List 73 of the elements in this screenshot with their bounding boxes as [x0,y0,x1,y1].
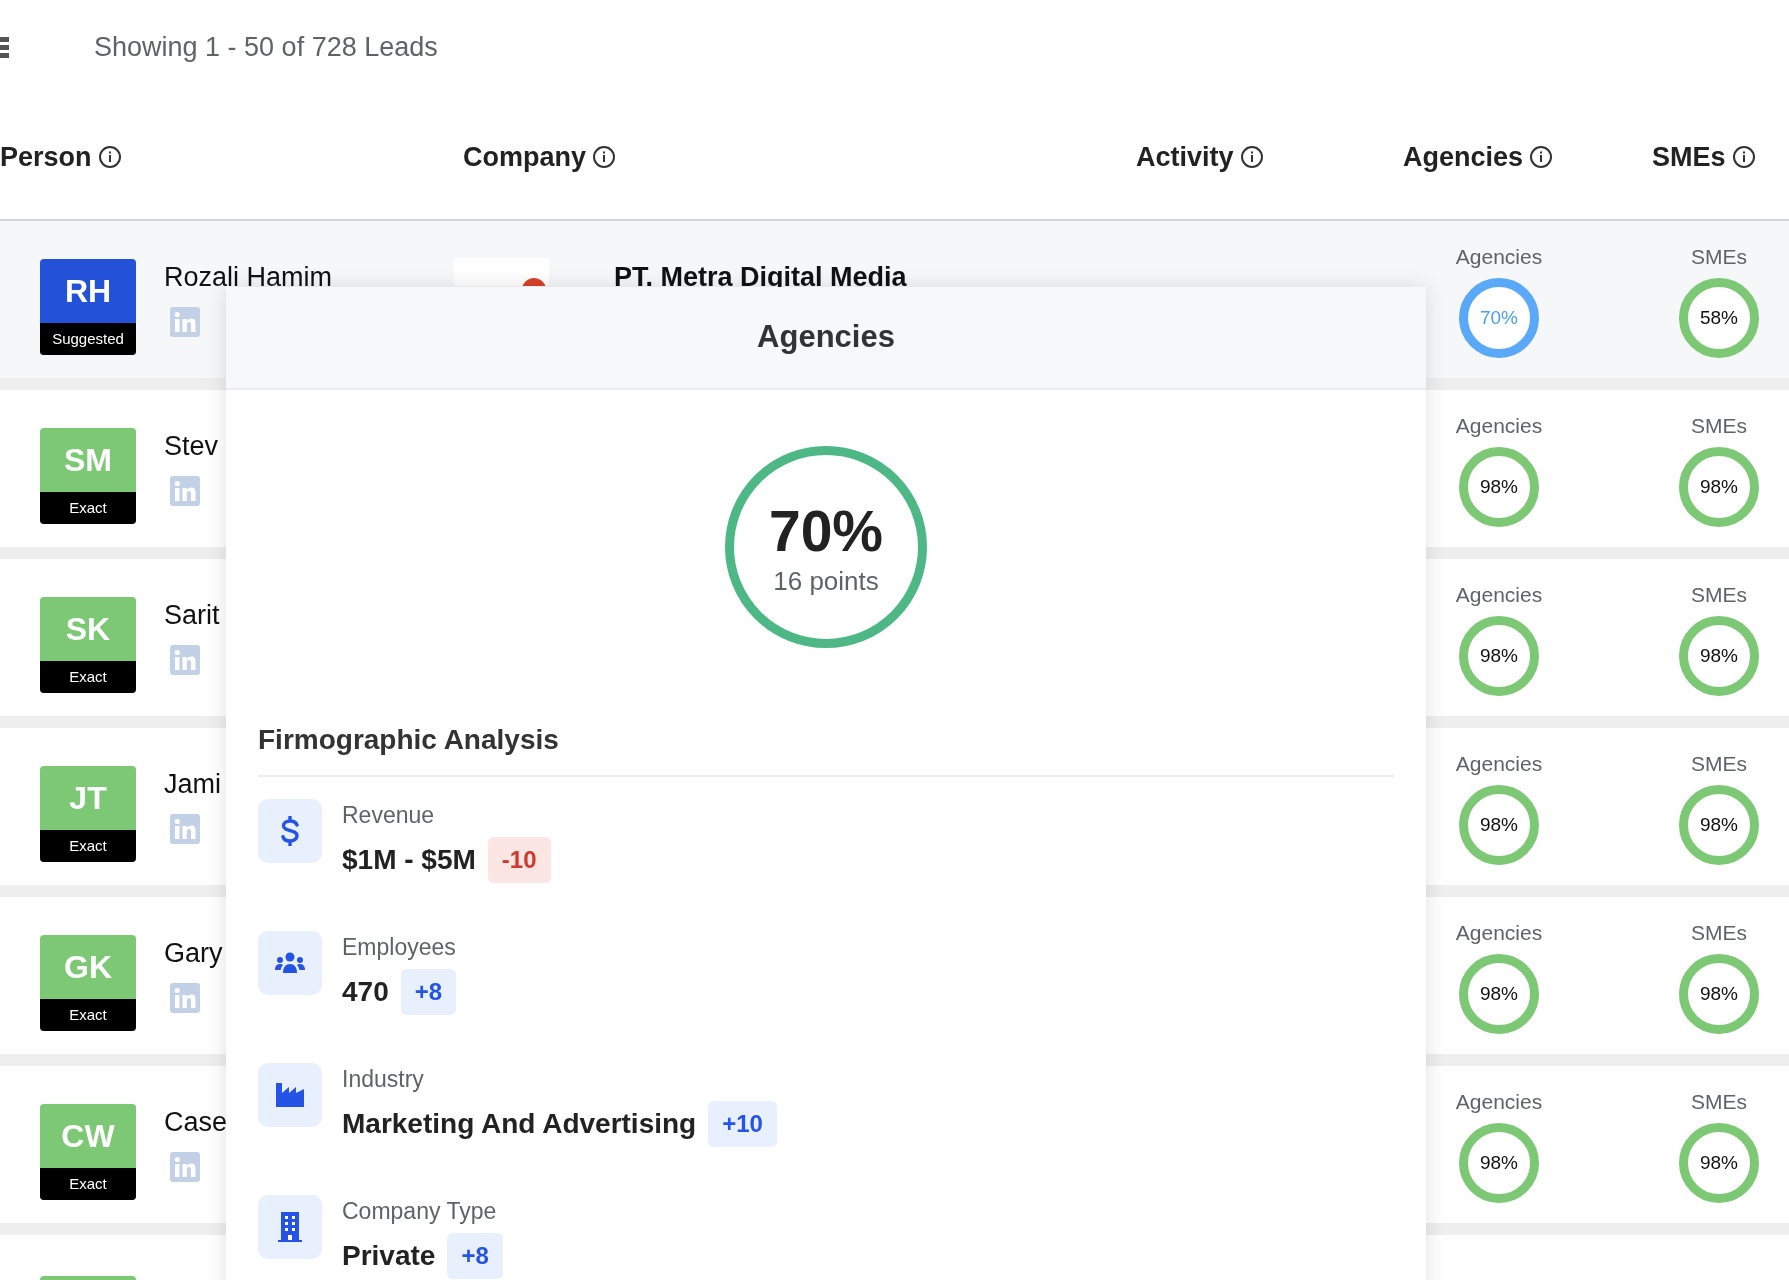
match-label: Suggested [40,323,136,355]
section-title: Firmographic Analysis [258,719,1394,777]
avatar-initials: GK [63,948,113,987]
match-label: Exact [40,661,136,693]
score-ring[interactable]: 98% [1459,616,1539,697]
info-icon [1529,145,1554,169]
info-icon [1239,145,1264,169]
linkedin-icon[interactable] [170,645,200,675]
score-label: Agencies [1455,243,1543,270]
menu-icon[interactable] [0,36,9,59]
linkedin-icon[interactable] [170,814,200,844]
score-label: Agencies [1455,919,1543,946]
match-label: Exact [40,830,136,862]
people-icon [258,931,322,995]
field-value: $1M - $5M [342,843,476,877]
avatar-initials: JT [68,779,108,818]
score-label: SMEs [1691,581,1747,608]
field-label: Industry [342,1065,425,1094]
score-label: SMEs [1691,750,1747,777]
score-ring[interactable]: 98% [1679,785,1759,866]
field-label: Revenue [342,801,436,830]
column-header[interactable]: Agencies [1403,136,1524,178]
match-label: Exact [40,999,136,1031]
score-delta: +10 [708,1101,777,1147]
column-header[interactable]: SMEs [1652,136,1726,178]
field-value: 470 [342,975,389,1009]
score-label: Agencies [1455,581,1543,608]
info-icon [1731,145,1756,169]
field-value: Marketing And Advertising [342,1107,697,1141]
score-delta: +8 [447,1233,503,1279]
score-label: Agencies [1455,750,1543,777]
column-header[interactable]: Company [463,136,587,178]
score-ring[interactable]: 98% [1459,1123,1539,1204]
info-icon [592,145,617,169]
avatar-initials: SK [64,610,112,649]
score-delta: +8 [400,969,457,1015]
field-label: Employees [342,933,457,962]
info-icon [97,145,122,169]
score-ring[interactable]: 98% [1679,447,1759,528]
column-header[interactable]: Person [0,136,92,178]
linkedin-icon[interactable] [170,307,200,337]
score-label: Agencies [1455,1088,1543,1115]
score-value: 70% [768,499,884,562]
avatar-initials: CW [60,1117,116,1156]
linkedin-icon[interactable] [170,476,200,506]
score-points: 16 points [773,564,879,598]
score-label: SMEs [1691,1088,1747,1115]
score-label: SMEs [1691,919,1747,946]
building-icon [258,1195,322,1259]
score-ring[interactable]: 98% [1459,785,1539,866]
score-delta: -10 [487,837,551,883]
score-ring[interactable]: 98% [1459,954,1539,1035]
score-label: Agencies [1455,412,1543,439]
field-label: Company Type [342,1197,498,1226]
match-label: Exact [40,1168,136,1200]
avatar-initials: RH [63,272,113,311]
field-value: Private [342,1239,436,1273]
linkedin-icon[interactable] [170,1152,200,1182]
match-label: Exact [40,492,136,524]
linkedin-icon[interactable] [170,983,200,1013]
score-ring[interactable]: 98% [1679,954,1759,1035]
score-ring[interactable]: 98% [1679,616,1759,697]
dollar-icon [258,799,322,863]
score-label: SMEs [1691,412,1747,439]
results-summary: Showing 1 - 50 of 728 Leads [94,31,438,65]
score-ring[interactable]: 98% [1679,1123,1759,1204]
score-ring[interactable]: 98% [1459,447,1539,528]
score-ring[interactable]: 58% [1679,278,1759,359]
factory-icon [258,1063,322,1127]
score-label: SMEs [1691,243,1747,270]
popover-title: Agencies [757,318,895,357]
column-header[interactable]: Activity [1136,136,1234,178]
avatar-initials: SM [63,441,113,480]
